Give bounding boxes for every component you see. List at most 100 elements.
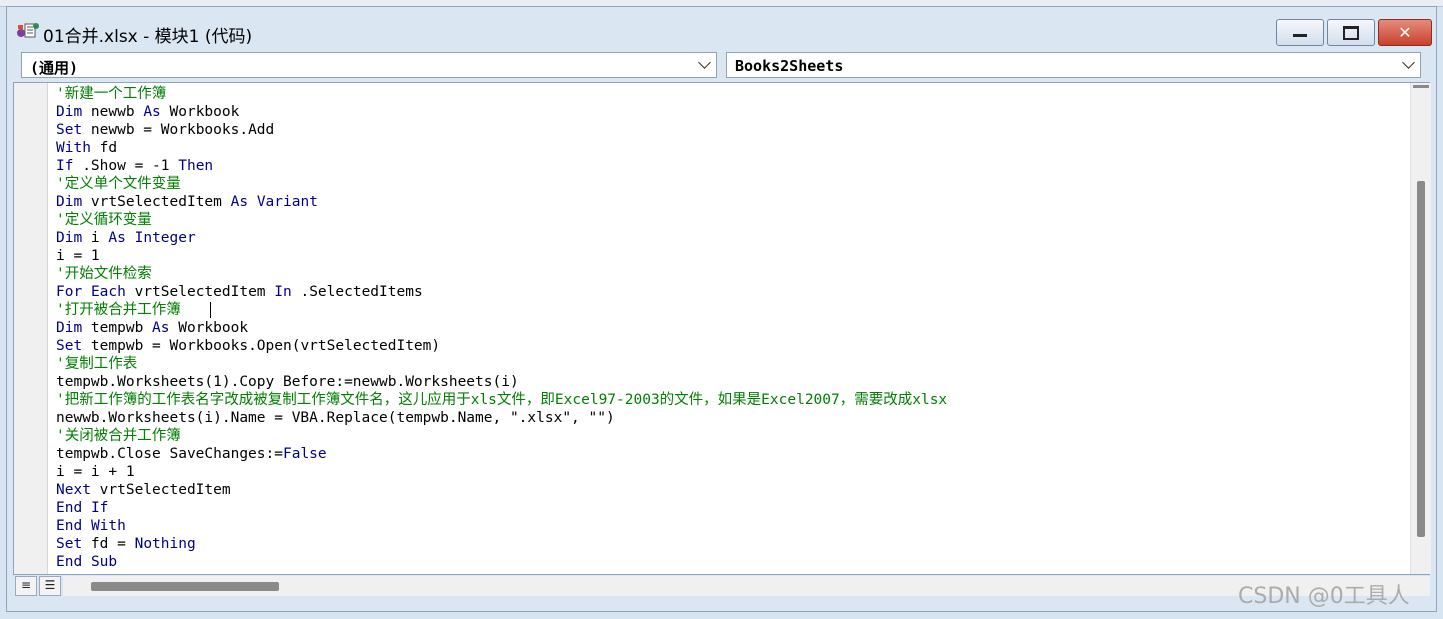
code-line[interactable]: i = 1	[56, 247, 947, 265]
code-token: .SelectedItems	[291, 284, 423, 300]
code-line[interactable]: With fd	[56, 139, 947, 157]
code-token: tempwb	[82, 320, 153, 336]
chevron-down-icon[interactable]	[1402, 56, 1415, 69]
code-keyword: If	[90, 500, 109, 516]
code-line[interactable]: '复制工作表	[56, 355, 947, 373]
code-token: Workbook	[160, 104, 240, 120]
code-keyword: Set	[56, 338, 83, 354]
code-line[interactable]: Set tempwb = Workbooks.Open(vrtSelectedI…	[56, 337, 947, 355]
code-token: .Show = -1	[73, 158, 179, 174]
minimize-button[interactable]	[1276, 19, 1324, 46]
code-line[interactable]: Next vrtSelectedItem	[56, 481, 947, 499]
code-comment: '关闭被合并工作簿	[56, 428, 181, 444]
code-keyword: Set	[56, 122, 83, 138]
title-bar[interactable]: 01合并.xlsx - 模块1 (代码) ✕	[7, 7, 1436, 47]
margin-indicator-bar[interactable]	[14, 83, 48, 574]
code-line[interactable]: Dim vrtSelectedItem As Variant	[56, 193, 947, 211]
code-keyword: If	[56, 158, 74, 174]
code-keyword: End	[56, 518, 83, 534]
code-token: i = 1	[56, 248, 100, 264]
code-comment: '复制工作表	[56, 356, 138, 372]
code-token: newwb = Workbooks.Add	[82, 122, 275, 138]
maximize-icon	[1343, 25, 1359, 40]
code-token: tempwb.Worksheets(1).Copy Before:=newwb.…	[56, 374, 519, 390]
code-keyword: End	[56, 554, 83, 570]
procedure-view-icon: ≡	[20, 578, 32, 592]
code-line[interactable]: tempwb.Worksheets(1).Copy Before:=newwb.…	[56, 373, 947, 391]
code-keyword: Sub	[90, 554, 118, 570]
code-line[interactable]: If .Show = -1 Then	[56, 157, 947, 175]
procedure-view-button[interactable]: ≡	[15, 576, 37, 596]
chevron-down-icon[interactable]	[698, 56, 711, 69]
code-token: vrtSelectedItem	[82, 194, 231, 210]
code-line[interactable]: '开始文件检索	[56, 265, 947, 283]
procedure-dropdown-value: Books2Sheets	[735, 57, 844, 75]
code-line[interactable]: Set newwb = Workbooks.Add	[56, 121, 947, 139]
code-token: i	[82, 230, 109, 246]
code-keyword: Then	[178, 158, 214, 174]
code-keyword: For	[56, 284, 83, 300]
code-line[interactable]: Set fd = Nothing	[56, 535, 947, 553]
code-line[interactable]: tempwb.Close SaveChanges:=False	[56, 445, 947, 463]
code-keyword: With	[56, 140, 91, 156]
maximize-button[interactable]	[1327, 19, 1375, 46]
code-token: newwb.Worksheets(i).Name = VBA.Replace(t…	[56, 410, 615, 426]
code-line[interactable]: End Sub	[56, 553, 947, 571]
code-comment: '定义循环变量	[56, 212, 152, 228]
code-keyword: End	[56, 500, 83, 516]
vertical-scroll-thumb[interactable]	[1417, 181, 1425, 537]
code-window: 01合并.xlsx - 模块1 (代码) ✕ (通用) Books2Sheets…	[6, 6, 1437, 612]
code-token: tempwb.Close SaveChanges:=	[56, 446, 283, 462]
code-line[interactable]: Dim tempwb As Workbook	[56, 319, 947, 337]
code-comment: '打开被合并工作簿	[56, 302, 181, 318]
horizontal-scroll-thumb[interactable]	[91, 582, 279, 591]
code-editor[interactable]: '新建一个工作簿 Dim newwb As Workbook Set newwb =…	[13, 82, 1431, 575]
window-title: 01合并.xlsx - 模块1 (代码)	[43, 27, 253, 47]
code-token: vrtSelectedItem	[90, 482, 231, 498]
code-line[interactable]: '打开被合并工作簿	[56, 301, 947, 319]
watermark: CSDN @0工具人	[1238, 584, 1410, 609]
code-line[interactable]: End With	[56, 517, 947, 535]
code-token: fd =	[82, 536, 135, 552]
code-keyword: Each	[90, 284, 126, 300]
code-line[interactable]: '新建一个工作簿	[56, 85, 947, 103]
code-keyword: Nothing	[134, 536, 196, 552]
minimize-icon	[1293, 34, 1307, 37]
vertical-scrollbar[interactable]	[1410, 83, 1431, 574]
code-line[interactable]: For Each vrtSelectedItem In .SelectedIte…	[56, 283, 947, 301]
object-dropdown[interactable]: (通用)	[21, 52, 717, 78]
full-module-view-button[interactable]: ☰	[39, 576, 61, 596]
code-line[interactable]: '把新工作簿的工作表名字改成被复制工作簿文件名，这儿应用于xls文件，即Exce…	[56, 391, 947, 409]
code-keyword: As	[143, 104, 161, 120]
code-token: i = i + 1	[56, 464, 135, 480]
code-comment: '把新工作簿的工作表名字改成被复制工作簿文件名，这儿应用于xls文件，即Exce…	[56, 392, 948, 408]
split-bar-handle[interactable]	[1413, 85, 1429, 88]
code-keyword: With	[90, 518, 126, 534]
full-module-view-icon: ☰	[44, 578, 56, 592]
code-line[interactable]: End If	[56, 499, 947, 517]
code-keyword: Dim	[56, 104, 83, 120]
code-keyword: Dim	[56, 194, 83, 210]
code-line[interactable]: i = i + 1	[56, 463, 947, 481]
procedure-dropdown[interactable]: Books2Sheets	[726, 52, 1421, 78]
code-line[interactable]: Dim i As Integer	[56, 229, 947, 247]
vbe-module-icon	[17, 23, 39, 38]
code-keyword: As	[230, 194, 249, 210]
code-line[interactable]: '关闭被合并工作簿	[56, 427, 947, 445]
code-keyword: Next	[56, 482, 91, 498]
code-keyword: Set	[56, 536, 83, 552]
code-line[interactable]: '定义单个文件变量	[56, 175, 947, 193]
horizontal-scrollbar[interactable]	[63, 576, 1430, 596]
code-line[interactable]: Dim newwb As Workbook	[56, 103, 947, 121]
code-keyword: As	[108, 230, 126, 246]
code-text[interactable]: '新建一个工作簿 Dim newwb As Workbook Set newwb =…	[56, 85, 947, 571]
code-line[interactable]: newwb.Worksheets(i).Name = VBA.Replace(t…	[56, 409, 947, 427]
close-button[interactable]: ✕	[1378, 19, 1432, 46]
object-dropdown-value: (通用)	[30, 59, 79, 77]
code-line[interactable]: '定义循环变量	[56, 211, 947, 229]
